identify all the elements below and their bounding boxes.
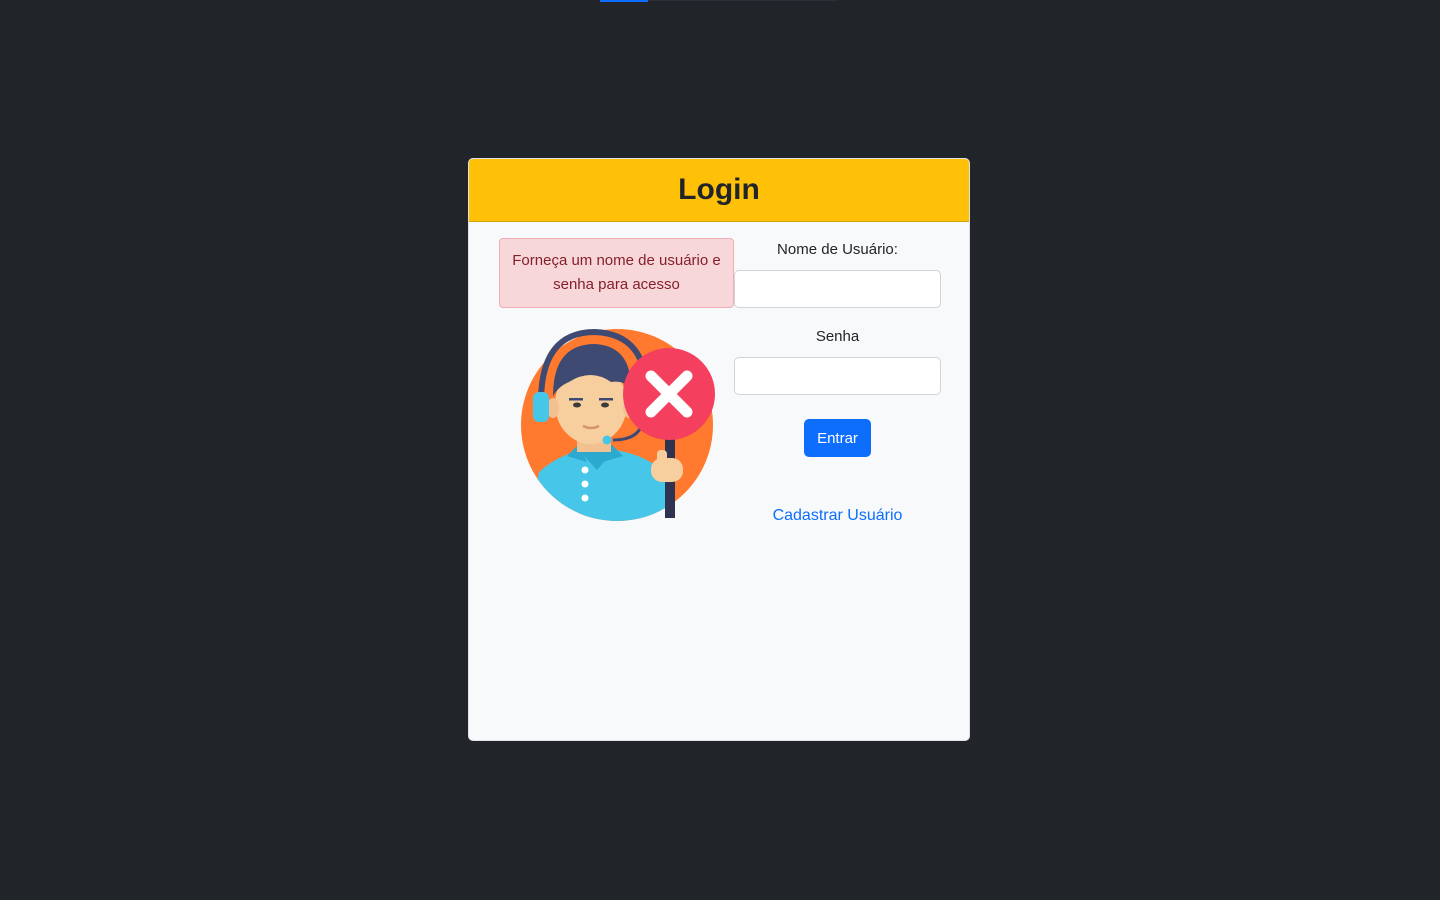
register-wrapper: Cadastrar Usuário (734, 507, 941, 525)
register-user-link[interactable]: Cadastrar Usuário (773, 507, 903, 524)
top-progress-indicator (600, 0, 648, 2)
login-card: Login Forneça um nome de usuário e senha… (468, 158, 970, 741)
page-title: Login (678, 173, 760, 206)
support-agent-access-denied-icon (519, 322, 719, 522)
error-alert: Forneça um nome de usuário e senha para … (499, 238, 734, 308)
password-input[interactable] (734, 357, 941, 395)
login-card-header: Login (469, 159, 969, 222)
top-progress-track (648, 0, 838, 1)
login-card-body: Forneça um nome de usuário e senha para … (469, 222, 969, 740)
login-form: Nome de Usuário: Senha Entrar Cadastrar … (734, 222, 941, 525)
submit-wrapper: Entrar (734, 419, 941, 457)
username-label: Nome de Usuário: (777, 241, 898, 258)
password-label: Senha (815, 328, 860, 345)
login-button[interactable]: Entrar (804, 419, 871, 457)
username-input[interactable] (734, 270, 941, 308)
